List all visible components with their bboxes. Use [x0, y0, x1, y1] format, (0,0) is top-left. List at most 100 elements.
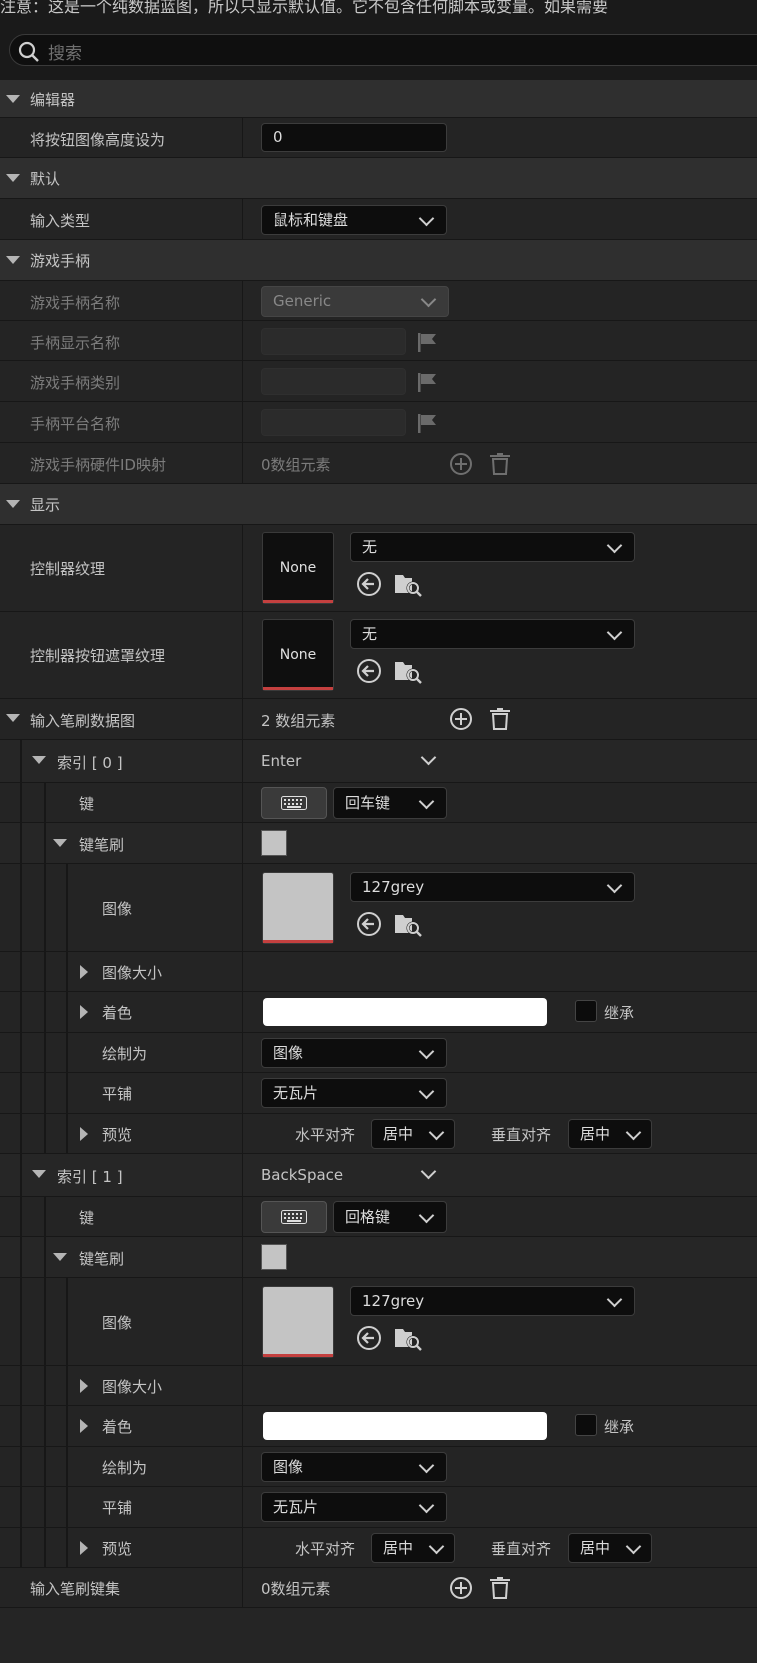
tiling-dropdown[interactable]: 无瓦片	[261, 1492, 447, 1522]
inherit-checkbox[interactable]	[575, 1414, 597, 1436]
tiling-dropdown[interactable]: 无瓦片	[261, 1078, 447, 1108]
category-display[interactable]: 显示	[0, 484, 757, 525]
entry-0-row-7: 平铺 无瓦片	[0, 1073, 757, 1114]
inherit-label: 继承	[604, 1418, 635, 1436]
expand-arrow-icon[interactable]	[80, 1127, 88, 1141]
add-element-icon[interactable]	[449, 1576, 473, 1600]
entry-1-row-1: 键 回格键	[0, 1197, 757, 1237]
button-image-height-input[interactable]: 0	[261, 123, 447, 152]
gamepad-platform-name-input[interactable]	[261, 409, 406, 436]
gamepad-name-dropdown[interactable]: Generic	[261, 286, 449, 317]
image-thumbnail[interactable]	[262, 1286, 334, 1358]
tint-color-bar[interactable]	[263, 998, 547, 1026]
property-label: 着色	[102, 1004, 133, 1022]
v-align-label: 垂直对齐	[491, 1126, 552, 1144]
collapse-arrow-icon[interactable]	[6, 95, 20, 103]
h-align-dropdown[interactable]: 居中	[371, 1119, 455, 1149]
entry-key-value: BackSpace	[261, 1166, 344, 1184]
search-icon	[18, 41, 39, 62]
entry-0-row-4: 图像大小	[0, 952, 757, 992]
add-element-icon[interactable]	[449, 452, 473, 476]
dropdown-value: 图像	[273, 1458, 304, 1476]
property-label: 输入笔刷键集	[30, 1580, 121, 1598]
expand-arrow-icon[interactable]	[80, 965, 88, 979]
collapse-arrow-icon[interactable]	[53, 839, 67, 847]
expand-arrow-icon[interactable]	[80, 1541, 88, 1555]
brush-color-swatch[interactable]	[261, 1244, 287, 1270]
image-thumbnail[interactable]	[262, 872, 334, 944]
gamepad-category-input[interactable]	[261, 368, 406, 395]
trash-icon[interactable]	[489, 707, 511, 731]
image-asset-dropdown[interactable]: 127grey	[350, 872, 635, 902]
use-selected-asset-icon[interactable]	[356, 571, 382, 597]
collapse-arrow-icon[interactable]	[32, 756, 46, 764]
flag-icon[interactable]	[416, 331, 440, 353]
category-title: 显示	[30, 496, 61, 514]
collapse-arrow-icon[interactable]	[6, 174, 20, 182]
chevron-down-icon	[606, 1291, 623, 1308]
dropdown-value: 居中	[580, 1539, 611, 1557]
category-gamepad[interactable]: 游戏手柄	[0, 240, 757, 281]
collapse-arrow-icon[interactable]	[6, 714, 20, 722]
browse-asset-icon[interactable]	[394, 1325, 422, 1351]
controller-texture-thumbnail[interactable]: None	[262, 532, 334, 604]
entry-1-row-7: 平铺 无瓦片	[0, 1487, 757, 1528]
controller-texture-dropdown[interactable]: 无	[350, 532, 635, 562]
property-label: 预览	[102, 1540, 133, 1558]
input-type-dropdown[interactable]: 鼠标和键盘	[261, 205, 447, 235]
chevron-down-icon[interactable]	[420, 749, 437, 766]
brush-color-swatch[interactable]	[261, 830, 287, 856]
expand-arrow-icon[interactable]	[80, 1005, 88, 1019]
search-box[interactable]: 搜索	[9, 34, 757, 66]
collapse-arrow-icon[interactable]	[53, 1253, 67, 1261]
entry-1-row-3: 图像 127grey	[0, 1278, 757, 1366]
draw-as-dropdown[interactable]: 图像	[261, 1452, 447, 1482]
use-selected-asset-icon[interactable]	[356, 658, 382, 684]
entry-1-row-4: 图像大小	[0, 1366, 757, 1406]
array-count: 0数组元素	[261, 456, 331, 474]
use-selected-asset-icon[interactable]	[356, 911, 382, 937]
mask-texture-thumbnail[interactable]: None	[262, 619, 334, 691]
category-editor[interactable]: 编辑器	[0, 80, 757, 118]
row-input-type: 输入类型 鼠标和键盘	[0, 199, 757, 240]
key-selector-button[interactable]	[261, 1201, 327, 1233]
trash-icon[interactable]	[489, 452, 511, 476]
search-input[interactable]: 搜索	[48, 39, 82, 64]
dropdown-value: 无瓦片	[273, 1498, 319, 1516]
v-align-dropdown[interactable]: 居中	[568, 1533, 652, 1563]
collapse-arrow-icon[interactable]	[6, 500, 20, 508]
v-align-dropdown[interactable]: 居中	[568, 1119, 652, 1149]
key-dropdown[interactable]: 回格键	[333, 1201, 447, 1233]
category-title: 编辑器	[30, 91, 76, 109]
flag-icon[interactable]	[416, 412, 440, 434]
trash-icon[interactable]	[489, 1576, 511, 1600]
row-gamepad-category: 游戏手柄类别	[0, 361, 757, 402]
inherit-checkbox[interactable]	[575, 1000, 597, 1022]
gamepad-display-name-input[interactable]	[261, 328, 406, 355]
flag-icon[interactable]	[416, 371, 440, 393]
collapse-arrow-icon[interactable]	[6, 256, 20, 264]
expand-arrow-icon[interactable]	[80, 1419, 88, 1433]
chevron-down-icon	[418, 793, 435, 810]
property-label: 控制器纹理	[30, 560, 106, 578]
key-dropdown[interactable]: 回车键	[333, 787, 447, 819]
key-selector-button[interactable]	[261, 787, 327, 819]
mask-texture-dropdown[interactable]: 无	[350, 619, 635, 649]
browse-asset-icon[interactable]	[394, 571, 422, 597]
chevron-down-icon[interactable]	[420, 1163, 437, 1180]
dropdown-value: 图像	[273, 1044, 304, 1062]
image-asset-dropdown[interactable]: 127grey	[350, 1286, 635, 1316]
property-label: 将按钮图像高度设为	[30, 131, 166, 149]
tint-color-bar[interactable]	[263, 1412, 547, 1440]
add-element-icon[interactable]	[449, 707, 473, 731]
category-default[interactable]: 默认	[0, 158, 757, 199]
h-align-dropdown[interactable]: 居中	[371, 1533, 455, 1563]
entry-1-row-2: 键笔刷	[0, 1237, 757, 1278]
draw-as-dropdown[interactable]: 图像	[261, 1038, 447, 1068]
browse-asset-icon[interactable]	[394, 911, 422, 937]
entry-key-value: Enter	[261, 752, 302, 770]
expand-arrow-icon[interactable]	[80, 1379, 88, 1393]
use-selected-asset-icon[interactable]	[356, 1325, 382, 1351]
browse-asset-icon[interactable]	[394, 658, 422, 684]
collapse-arrow-icon[interactable]	[32, 1170, 46, 1178]
